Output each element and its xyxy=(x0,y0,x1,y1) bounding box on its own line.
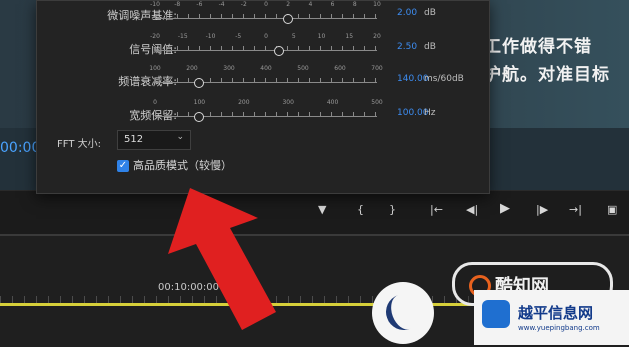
arrow-shape xyxy=(168,188,276,330)
red-arrow-annotation xyxy=(168,188,276,330)
